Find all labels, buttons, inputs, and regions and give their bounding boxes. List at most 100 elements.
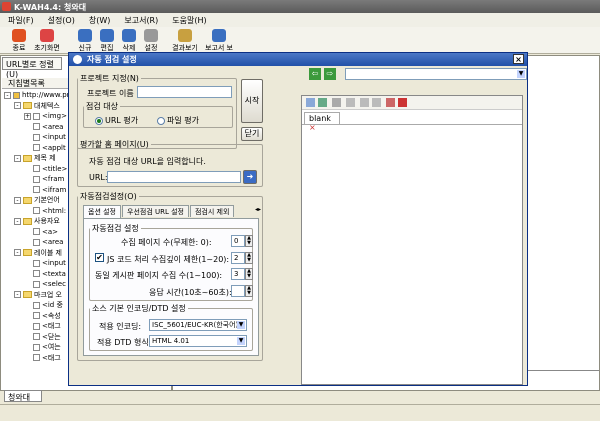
tag-icon <box>33 354 40 362</box>
report-icon <box>212 29 226 42</box>
tree-node-label: <input <box>42 133 66 141</box>
project-legend: 프로젝트 지정(N) <box>80 74 139 83</box>
tag-icon <box>33 228 40 236</box>
max-pages-label: 수집 페이지 수(무제한: 0): <box>121 238 212 247</box>
back-arrow-icon[interactable]: ⇦ <box>309 68 321 80</box>
open-icon[interactable] <box>306 98 315 107</box>
blank-tab-label: blank <box>309 114 331 123</box>
collapse-icon[interactable]: - <box>14 291 21 299</box>
file-eval-radio[interactable]: 파일 평가 <box>157 115 199 126</box>
js-depth-checkbox[interactable]: ✔ <box>95 253 104 262</box>
url-go-button[interactable]: ➜ <box>243 170 257 184</box>
url-eval-label: URL 평가 <box>105 116 139 125</box>
menu-item[interactable]: 창(W) <box>89 15 111 25</box>
menu-item[interactable]: 파일(F) <box>8 15 34 25</box>
app-icon <box>2 2 11 11</box>
print-icon[interactable] <box>332 98 341 107</box>
project-name-input[interactable] <box>137 86 232 98</box>
save-icon[interactable] <box>318 98 327 107</box>
tag-icon <box>33 280 40 288</box>
encoding-label: 적용 인코딩: <box>99 322 142 331</box>
tree-node-label: <area <box>42 238 64 246</box>
toolbar-label: 설정 <box>144 44 158 52</box>
js-depth-label: JS 코드 처리 수집깊이 제한(1~20): <box>107 255 230 264</box>
tree-node-label: <태그 <box>42 322 61 330</box>
collapse-icon[interactable]: - <box>14 217 21 225</box>
home-page-legend: 평가할 홈 페이지(U) <box>80 140 149 149</box>
js-depth-stepper[interactable]: ▲ ▼ <box>245 252 253 264</box>
url-label: URL: <box>89 173 108 182</box>
timeout-stepper[interactable]: ▲ ▼ <box>245 285 253 297</box>
tree-node-label: 제목 제 <box>34 154 56 162</box>
tree-node-label: http://www.pr <box>22 91 70 99</box>
expand-icon[interactable]: + <box>24 112 31 120</box>
menu-item[interactable]: 설정(O) <box>48 15 75 25</box>
tag-icon <box>33 322 40 330</box>
dtd-select[interactable]: HTML 4.01 <box>149 335 247 347</box>
report-button[interactable]: 보고서 보기 <box>204 29 234 62</box>
url-eval-radio[interactable]: URL 평가 <box>95 115 138 126</box>
tree-node-label: <a> <box>42 227 59 236</box>
target-legend: 점검 대상 <box>86 102 118 111</box>
timeout-label: 응답 시간(10초~60초): <box>149 288 232 297</box>
board-pages-input[interactable]: 3 <box>231 268 245 280</box>
board-pages-label: 동일 게시판 페이지 수집 수(1~100): <box>95 271 223 280</box>
tab-scroll-arrows[interactable]: ◂▸ <box>255 206 261 217</box>
forward-arrow-icon[interactable]: ⇨ <box>324 68 336 80</box>
url-input[interactable] <box>107 171 241 183</box>
home-button[interactable]: 초기화면 <box>32 29 62 53</box>
chevron-right-icon[interactable]: ▸ <box>258 206 261 213</box>
auto-settings-legend: 자동점검설정(O) <box>80 192 137 201</box>
window-title: K-WAH4.4: 청와대 <box>14 3 87 12</box>
paste-icon[interactable] <box>372 98 381 107</box>
board-pages-stepper[interactable]: ▲ ▼ <box>245 268 253 280</box>
tag-icon <box>33 343 40 351</box>
js-depth-input[interactable]: 2 <box>231 252 245 264</box>
collapse-icon[interactable]: - <box>4 91 11 99</box>
max-pages-input[interactable]: 0 <box>231 235 245 247</box>
tree-node-label: <여는 <box>42 343 61 351</box>
tag-icon <box>33 301 40 309</box>
cut-icon[interactable] <box>346 98 355 107</box>
settings-tab[interactable]: 옵션 설정 <box>83 205 121 218</box>
collapse-icon[interactable]: - <box>14 102 21 110</box>
find-icon[interactable] <box>386 98 395 107</box>
exit-button[interactable]: 종료 <box>4 29 34 53</box>
auto-check-dialog: 자동 점검 설정 × 프로젝트 지정(N) 프로젝트 이름 점검 대상 URL 평… <box>68 52 528 386</box>
clipboard-button[interactable]: 결과보기 <box>170 29 200 53</box>
copy-icon[interactable] <box>360 98 369 107</box>
tag-icon <box>33 123 40 131</box>
timeout-input[interactable] <box>231 285 245 297</box>
address-combo[interactable] <box>345 68 527 80</box>
folder-icon <box>23 291 32 299</box>
max-pages-stepper[interactable]: ▲ ▼ <box>245 235 253 247</box>
toolbar: 종료 초기화면 신규 편집 삭제 설정 결과보기 보고서 보기 <box>0 27 600 62</box>
start-button[interactable]: 시작 <box>241 79 263 123</box>
nav-arrows: ⇦ ⇨ <box>309 68 339 80</box>
collapse-icon[interactable]: - <box>14 154 21 162</box>
home-page-description: 자동 점검 대상 URL을 입력합니다. <box>89 157 206 166</box>
tree-node-label: 기본언어 <box>34 196 60 204</box>
menu-item[interactable]: 도움말(H) <box>172 15 206 25</box>
document-tab[interactable]: 청와대 × <box>4 390 42 412</box>
collapse-icon[interactable]: - <box>14 196 21 204</box>
tag-icon <box>33 207 40 215</box>
sort-by-url-tab[interactable]: URL별로 정렬(U) <box>2 57 62 79</box>
window-titlebar: K-WAH4.4: 청와대 <box>0 0 600 13</box>
collapse-icon[interactable]: - <box>14 249 21 257</box>
menu-item[interactable]: 보고서(R) <box>124 15 158 25</box>
tree-node-label: <id 중 <box>42 301 63 309</box>
new-icon <box>78 29 92 42</box>
menu-bar: 파일(F) 설정(O) 창(W) 보고서(R) 도움말(H) <box>0 13 600 27</box>
settings-tab[interactable]: 우선점검 URL 설정 <box>122 205 189 217</box>
tag-icon <box>33 112 40 120</box>
dialog-close-button[interactable]: × <box>513 54 524 64</box>
delete-icon[interactable] <box>398 98 407 107</box>
edit-icon <box>100 29 114 42</box>
settings-tab[interactable]: 점검시 제외 <box>189 205 235 217</box>
tree-node-label: 대체텍스 <box>34 101 60 110</box>
auto-check-legend: 자동점검 설정 <box>92 224 139 233</box>
blank-tab[interactable]: blank × <box>304 112 340 132</box>
encoding-select[interactable]: ISC_5601/EUC-KR(한국어) <box>149 319 247 331</box>
settings-button[interactable]: 설정 <box>136 29 166 53</box>
